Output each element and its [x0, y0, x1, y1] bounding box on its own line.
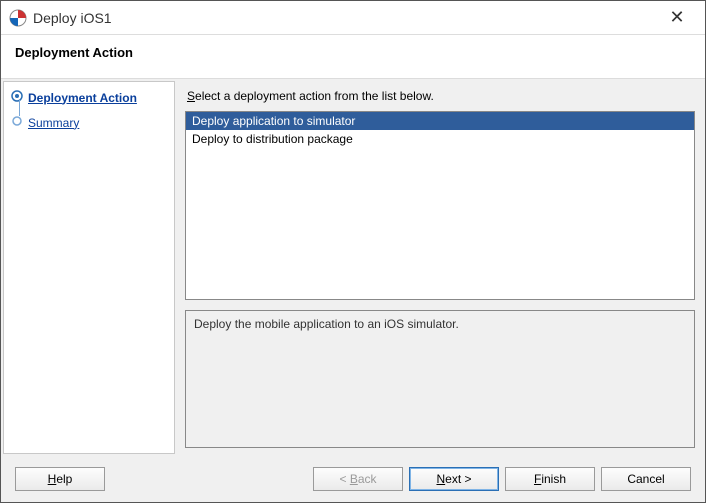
sidebar-item-label: Summary	[28, 116, 79, 130]
page-title: Deployment Action	[15, 45, 691, 60]
finish-button[interactable]: Finish	[505, 467, 595, 491]
wizard-main: Select a deployment action from the list…	[175, 79, 705, 456]
step-current-icon	[10, 90, 24, 105]
step-connector	[19, 100, 20, 116]
instruction-text: Select a deployment action from the list…	[187, 89, 695, 103]
list-item[interactable]: Deploy to distribution package	[186, 130, 694, 148]
app-icon	[9, 9, 27, 27]
sidebar-item-summary[interactable]: Summary	[8, 113, 170, 132]
help-button[interactable]: Help	[15, 467, 105, 491]
deployment-action-list[interactable]: Deploy application to simulator Deploy t…	[185, 111, 695, 300]
wizard-body: Deployment Action Summary Select a deplo…	[1, 79, 705, 456]
next-button[interactable]: Next >	[409, 467, 499, 491]
wizard-header: Deployment Action	[1, 35, 705, 79]
sidebar-item-label: Deployment Action	[28, 91, 137, 105]
description-box: Deploy the mobile application to an iOS …	[185, 310, 695, 448]
step-pending-icon	[10, 115, 24, 130]
back-button[interactable]: < Back	[313, 467, 403, 491]
description-text: Deploy the mobile application to an iOS …	[194, 317, 459, 331]
window-title: Deploy iOS1	[33, 10, 657, 26]
close-button[interactable]: ✕	[657, 7, 697, 28]
sidebar-item-deployment-action[interactable]: Deployment Action	[8, 88, 170, 107]
wizard-footer: Help < Back Next > Finish Cancel	[1, 456, 705, 502]
cancel-button[interactable]: Cancel	[601, 467, 691, 491]
wizard-window: Deploy iOS1 ✕ Deployment Action Deployme…	[0, 0, 706, 503]
wizard-steps-sidebar: Deployment Action Summary	[3, 81, 175, 454]
titlebar: Deploy iOS1 ✕	[1, 1, 705, 35]
list-item[interactable]: Deploy application to simulator	[186, 112, 694, 130]
